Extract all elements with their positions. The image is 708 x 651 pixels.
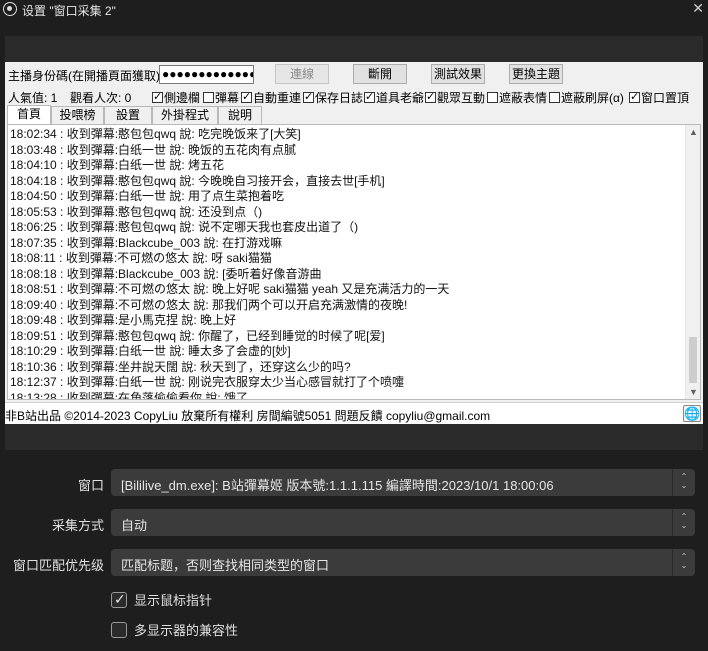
checkbox-save-log[interactable]: 保存日誌 bbox=[303, 89, 363, 106]
capture-method-label: 采集方式 bbox=[51, 518, 104, 533]
checkbox-box[interactable] bbox=[549, 92, 560, 103]
log-line: 18:09:51 : 收到彈幕:憨包包qwq 說: 你醒了，已经到睡觉的时候了呢… bbox=[10, 328, 385, 343]
log-line: 18:13:28 : 收到彈幕:在角落偷偷看你 說: 饿了 bbox=[10, 390, 249, 400]
match-priority-select[interactable]: 匹配标题，否则查找相同类型的窗口 ⌃ ⌄ bbox=[111, 549, 695, 576]
checkbox-box[interactable] bbox=[487, 92, 498, 103]
checkbox-danmaku[interactable]: 彈幕 bbox=[203, 89, 239, 106]
checkbox-block-spam[interactable]: 遮蔽刷屏(α) bbox=[549, 89, 624, 106]
checkbox-box[interactable] bbox=[203, 92, 214, 103]
select-divider bbox=[672, 549, 673, 576]
scroll-thumb[interactable] bbox=[689, 337, 697, 383]
tab-bar: 首頁 投喂榜 設置 外掛程式 說明 bbox=[5, 105, 703, 125]
checkbox-box[interactable] bbox=[241, 90, 252, 103]
checkbox-box[interactable] bbox=[303, 90, 314, 103]
test-effect-button[interactable]: 測試效果 bbox=[431, 64, 485, 84]
window-title: 设置 "窗口采集 2" bbox=[22, 4, 116, 18]
popularity-text: 人氣值: 1 bbox=[8, 91, 58, 105]
close-icon[interactable]: ✕ bbox=[692, 0, 704, 17]
window-select-value: [Bililive_dm.exe]: B站彈幕姬 版本號:1.1.1.115 編… bbox=[121, 478, 554, 493]
connect-button[interactable]: 連線 bbox=[275, 64, 329, 84]
scroll-down-icon[interactable]: ▼ bbox=[686, 385, 700, 399]
tab-home[interactable]: 首頁 bbox=[7, 105, 51, 125]
log-line: 18:04:18 : 收到彈幕:憨包包qwq 說: 今晚晚自习接开会，直接去世[… bbox=[10, 173, 385, 188]
checkbox-box[interactable] bbox=[111, 622, 127, 638]
log-line: 18:03:48 : 收到彈幕:白纸一世 說: 晚饭的五花肉有点腻 bbox=[10, 142, 297, 157]
options-row: 人氣值: 1 觀看人次: 0 側邊欄 彈幕 自動重連 保存日誌 道具老爺 觀眾互… bbox=[5, 86, 703, 106]
properties-dialog: 设置 "窗口采集 2" ✕ 主播身份碼(在開播頁面獲取) ●●●●●●●●●●●… bbox=[0, 0, 708, 651]
checkbox-box[interactable] bbox=[364, 90, 375, 103]
updown-arrows-icon: ⌃ ⌄ bbox=[680, 472, 688, 490]
window-label: 窗口 bbox=[77, 478, 104, 493]
checkbox-audience-interaction[interactable]: 觀眾互動 bbox=[425, 89, 485, 106]
checkbox-label: 保存日誌 bbox=[315, 91, 364, 105]
checkbox-box[interactable] bbox=[111, 591, 127, 608]
checkbox-label: 彈幕 bbox=[215, 91, 240, 105]
checkbox-label: 自動重連 bbox=[253, 91, 302, 105]
checkbox-label: 道具老爺 bbox=[376, 91, 425, 105]
log-line: 18:09:40 : 收到彈幕:不可燃の悠太 說: 那我们两个可以开启充满激情的… bbox=[10, 297, 408, 312]
app-footer: 非B站出品 ©2014-2023 CopyLiu 放棄所有權利 房間編號5051… bbox=[5, 402, 703, 424]
log-line: 18:06:25 : 收到彈幕:憨包包qwq 說: 说不定哪天我也套皮出道了（) bbox=[10, 220, 359, 234]
updown-arrows-icon: ⌃ ⌄ bbox=[680, 552, 688, 570]
select-divider bbox=[672, 469, 673, 496]
checkbox-label: 遮蔽刷屏(α) bbox=[561, 91, 624, 105]
updown-arrows-icon: ⌃ ⌄ bbox=[680, 512, 688, 530]
match-priority-label: 窗口匹配优先级 bbox=[12, 558, 104, 573]
captured-app-window: 主播身份碼(在開播頁面獲取) ●●●●●●●●●●●●● 連線 斷開 測試效果 … bbox=[5, 62, 703, 424]
tab-help[interactable]: 說明 bbox=[218, 106, 262, 124]
multi-adapter-label: 多显示器的兼容性 bbox=[134, 623, 239, 638]
change-theme-button[interactable]: 更換主題 bbox=[509, 64, 563, 84]
checkbox-label: 觀眾互動 bbox=[437, 91, 486, 105]
checkbox-label: 側邊欄 bbox=[164, 91, 201, 105]
tab-plugins[interactable]: 外掛程式 bbox=[152, 106, 218, 124]
log-line: 18:08:51 : 收到彈幕:不可燃の悠太 說: 晚上好呢 saki猫猫 ye… bbox=[10, 282, 450, 296]
log-line: 18:09:48 : 收到彈幕:是小馬克捏 說: 晚上好 bbox=[10, 313, 237, 327]
select-divider bbox=[672, 509, 673, 536]
log-line: 18:04:10 : 收到彈幕:白纸一世 說: 烤五花 bbox=[10, 158, 225, 172]
show-cursor-checkbox[interactable]: 显示鼠标指针 bbox=[111, 590, 212, 609]
scroll-up-icon[interactable]: ▲ bbox=[686, 125, 700, 139]
log-lines: 18:02:34 : 收到彈幕:憨包包qwq 說: 吃完晚饭来了[大笑] 18:… bbox=[10, 127, 686, 400]
danmaku-log[interactable]: 18:02:34 : 收到彈幕:憨包包qwq 說: 吃完晚饭来了[大笑] 18:… bbox=[7, 124, 701, 400]
log-line: 18:10:36 : 收到彈幕:坐井說天闊 說: 秋天到了，还穿这么少的吗? bbox=[10, 359, 351, 374]
viewers-text: 觀看人次: 0 bbox=[70, 91, 132, 105]
checkbox-box[interactable] bbox=[629, 90, 640, 103]
match-priority-value: 匹配标题，否则查找相同类型的窗口 bbox=[121, 558, 330, 573]
checkbox-block-emoji[interactable]: 遮蔽表情 bbox=[487, 89, 547, 106]
window-select[interactable]: [Bililive_dm.exe]: B站彈幕姬 版本號:1.1.1.115 編… bbox=[111, 469, 695, 496]
log-line: 18:08:11 : 收到彈幕:不可燃の悠太 說: 呀 saki猫猫 bbox=[10, 251, 272, 265]
anchor-code-input[interactable]: ●●●●●●●●●●●●● bbox=[159, 65, 254, 84]
tab-settings[interactable]: 設置 bbox=[104, 106, 152, 124]
obs-logo-icon bbox=[3, 2, 17, 16]
checkbox-sidebar[interactable]: 側邊欄 bbox=[152, 89, 200, 106]
log-line: 18:07:35 : 收到彈幕:Blackcube_003 說: 在打游戏嘛 bbox=[10, 235, 283, 250]
checkbox-label: 窗口置頂 bbox=[641, 91, 690, 105]
disconnect-button[interactable]: 斷開 bbox=[353, 64, 407, 84]
capture-method-select[interactable]: 自动 ⌃ ⌄ bbox=[111, 509, 695, 536]
multi-adapter-checkbox[interactable]: 多显示器的兼容性 bbox=[111, 620, 238, 639]
checkbox-box[interactable] bbox=[152, 90, 163, 103]
title-bar: 设置 "窗口采集 2" ✕ bbox=[0, 0, 708, 18]
globe-icon[interactable]: 🌐 bbox=[683, 405, 701, 422]
anchor-code-label: 主播身份碼(在開播頁面獲取) bbox=[8, 69, 160, 83]
log-line: 18:04:50 : 收到彈幕:白纸一世 說: 用了点生菜抱着吃 bbox=[10, 189, 285, 203]
tab-gift-ranking[interactable]: 投喂榜 bbox=[51, 106, 104, 124]
log-line: 18:10:29 : 收到彈幕:白纸一世 說: 睡太多了会虚的[妙] bbox=[10, 344, 291, 358]
show-cursor-label: 显示鼠标指针 bbox=[134, 593, 213, 608]
capture-method-value: 自动 bbox=[121, 518, 148, 533]
connection-row: 主播身份碼(在開播頁面獲取) ●●●●●●●●●●●●● 連線 斷開 測試效果 … bbox=[5, 62, 703, 88]
checkbox-always-on-top[interactable]: 窗口置頂 bbox=[629, 89, 689, 106]
checkbox-box[interactable] bbox=[425, 90, 436, 103]
log-line: 18:05:53 : 收到彈幕:憨包包qwq 說: 还没到点（) bbox=[10, 204, 263, 219]
log-line: 18:12:37 : 收到彈幕:白纸一世 說: 刚说完衣服穿太少当心感冒就打了个… bbox=[10, 375, 405, 389]
checkbox-gift-vip[interactable]: 道具老爺 bbox=[364, 89, 424, 106]
log-line: 18:02:34 : 收到彈幕:憨包包qwq 說: 吃完晚饭来了[大笑] bbox=[10, 127, 301, 141]
log-line: 18:08:18 : 收到彈幕:Blackcube_003 說: [委听着好像音… bbox=[10, 266, 322, 281]
log-scrollbar[interactable]: ▲ ▼ bbox=[685, 125, 700, 399]
checkbox-auto-reconnect[interactable]: 自動重連 bbox=[241, 89, 301, 106]
checkbox-label: 遮蔽表情 bbox=[499, 91, 548, 105]
footer-text: 非B站出品 ©2014-2023 CopyLiu 放棄所有權利 房間編號5051… bbox=[5, 409, 491, 423]
